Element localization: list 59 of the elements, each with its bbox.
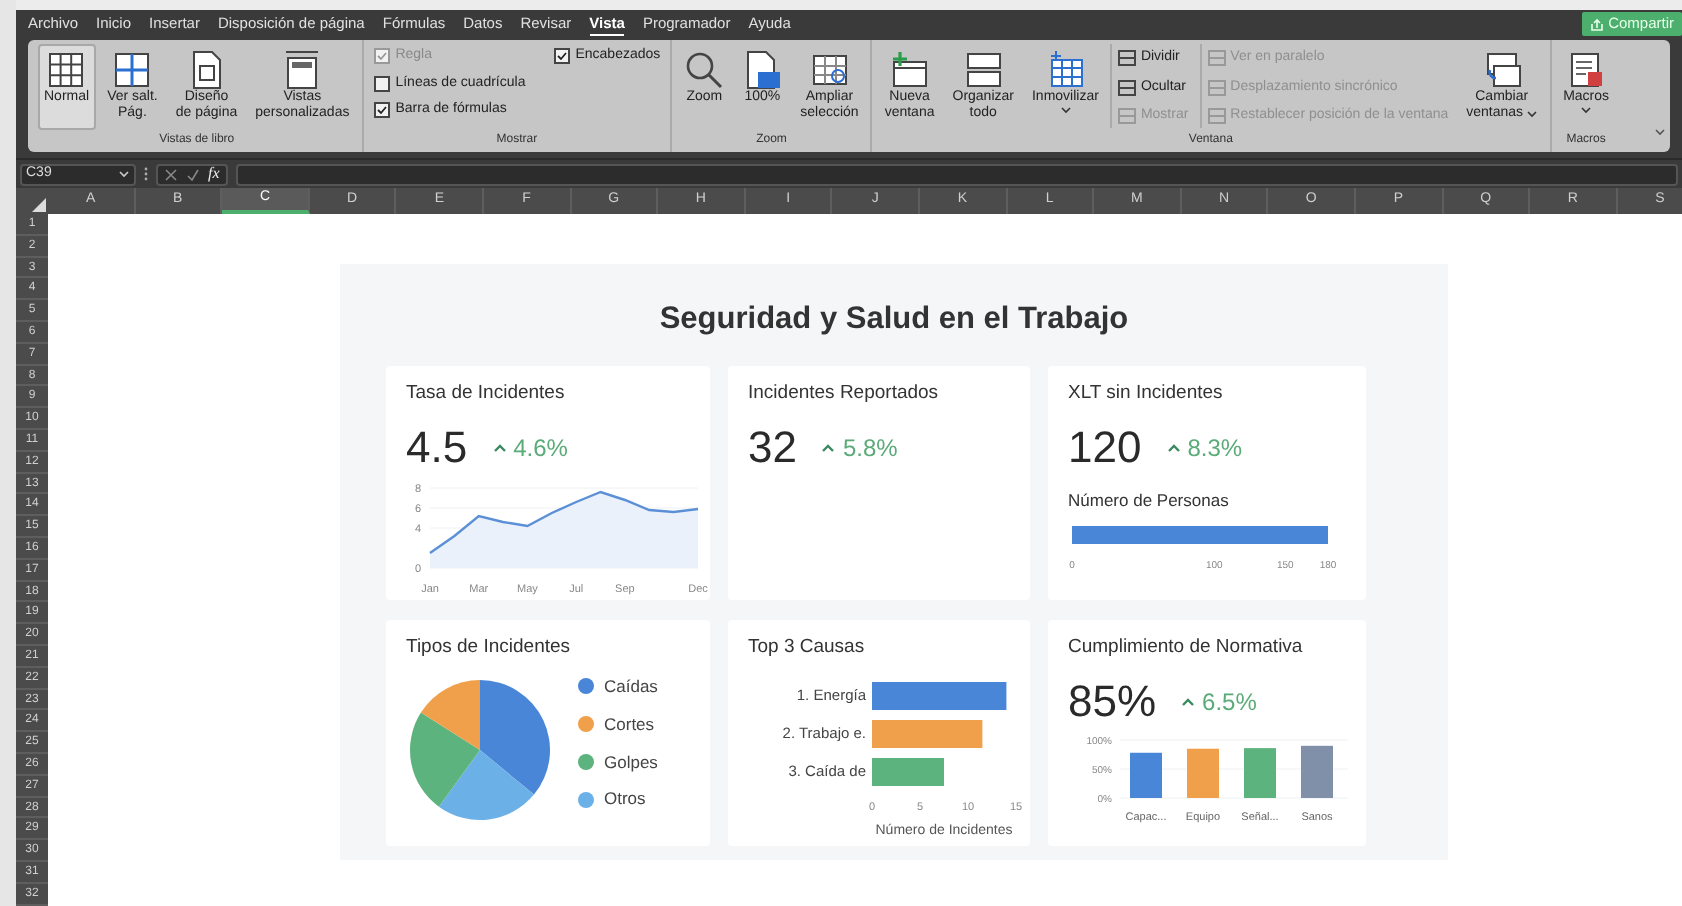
split-icon: [1118, 50, 1137, 67]
caret-icon: [118, 170, 130, 178]
change-text: 5.8%: [822, 429, 898, 465]
bar: [1244, 747, 1276, 797]
reset-icon: [1208, 108, 1227, 125]
page-icon: [742, 50, 783, 90]
change-text: 8.3%: [1167, 429, 1243, 465]
views-icon: [282, 50, 323, 90]
kpi-value: 120: [1068, 423, 1142, 471]
grid-icon: [46, 50, 87, 90]
freeze-icon: [1045, 50, 1086, 90]
dashboard-title: Seguridad y Salud en el Trabajo: [659, 300, 1129, 340]
legend-label: Otros: [604, 786, 646, 812]
card-title: Tasa de Incidentes: [406, 380, 567, 409]
kpi-value: 85%: [1068, 677, 1157, 725]
hide-icon: [1118, 79, 1137, 96]
bar: [1187, 747, 1219, 797]
card-title: XLT sin Incidentes: [1068, 380, 1225, 409]
windows-icon: [1481, 50, 1522, 90]
pie-slice: [410, 711, 480, 806]
trend-up-icon: [822, 443, 835, 451]
change-text: 6.5%: [1182, 683, 1257, 719]
trend-up-icon: [493, 443, 506, 451]
bar: [1301, 744, 1333, 797]
share-icon: [1590, 17, 1605, 31]
legend-label: Cortes: [604, 711, 655, 737]
trend-up-icon: [1167, 443, 1180, 451]
card-title: Tipos de Incidentes: [406, 634, 573, 663]
trend-up-icon: [1182, 697, 1195, 705]
collapse-icon: [1654, 128, 1666, 136]
bar: [872, 681, 1007, 709]
legend-label: Caídas: [604, 674, 658, 700]
check-icon: [375, 104, 388, 117]
chart-title: Número de Personas: [1068, 487, 1231, 513]
window-icon: [1118, 108, 1137, 125]
legend-label: Golpes: [604, 749, 658, 775]
bar: [872, 757, 944, 785]
macro-icon: [1566, 50, 1607, 90]
grid-icon: [112, 50, 153, 90]
cancel-icon: [164, 167, 178, 181]
card-title: Cumplimiento de Normativa: [1068, 634, 1305, 663]
scroll-icon: [1208, 79, 1227, 96]
function-button[interactable]: fx: [208, 162, 220, 186]
grid-icon: [809, 50, 850, 90]
confirm-icon: [186, 167, 200, 181]
side-by-side-icon: [1208, 50, 1227, 67]
new-window-icon: [889, 50, 930, 90]
bar: [1130, 751, 1162, 797]
windows-icon: [963, 50, 1004, 90]
search-icon: [684, 50, 725, 90]
check-icon: [375, 50, 388, 63]
kpi-value: 4.5: [406, 423, 468, 471]
card-title: Incidentes Reportados: [748, 380, 941, 409]
change-text: 4.6%: [493, 429, 568, 465]
formula-input[interactable]: [235, 163, 1678, 185]
card-title: Top 3 Causas: [748, 634, 867, 663]
kpi-value: 32: [748, 423, 797, 471]
check-icon: [555, 50, 568, 63]
bar: [872, 719, 983, 747]
